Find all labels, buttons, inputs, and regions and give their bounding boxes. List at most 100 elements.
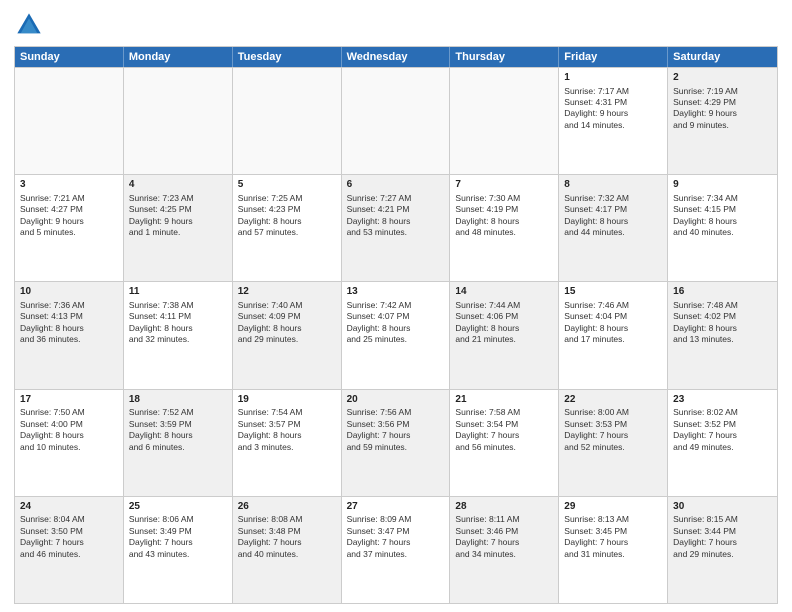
calendar-cell-3: 3Sunrise: 7:21 AMSunset: 4:27 PMDaylight… (15, 175, 124, 281)
day-number: 15 (564, 285, 662, 299)
cell-sunrise: Sunrise: 8:13 AM (564, 514, 662, 525)
calendar: SundayMondayTuesdayWednesdayThursdayFrid… (14, 46, 778, 604)
cell-sunrise: Sunrise: 7:30 AM (455, 193, 553, 204)
header-day-tuesday: Tuesday (233, 47, 342, 67)
header-day-thursday: Thursday (450, 47, 559, 67)
header (14, 10, 778, 40)
cell-daylight-minutes: and 53 minutes. (347, 227, 445, 238)
cell-sunset: Sunset: 4:11 PM (129, 311, 227, 322)
calendar-cell-empty-0-4 (450, 68, 559, 174)
calendar-cell-10: 10Sunrise: 7:36 AMSunset: 4:13 PMDayligh… (15, 282, 124, 388)
day-number: 13 (347, 285, 445, 299)
cell-sunrise: Sunrise: 8:04 AM (20, 514, 118, 525)
cell-sunset: Sunset: 4:06 PM (455, 311, 553, 322)
cell-daylight-minutes: and 29 minutes. (673, 549, 772, 560)
cell-sunset: Sunset: 4:17 PM (564, 204, 662, 215)
cell-daylight-hours: Daylight: 9 hours (564, 108, 662, 119)
cell-daylight-minutes: and 1 minute. (129, 227, 227, 238)
calendar-cell-19: 19Sunrise: 7:54 AMSunset: 3:57 PMDayligh… (233, 390, 342, 496)
cell-daylight-minutes: and 32 minutes. (129, 334, 227, 345)
cell-daylight-hours: Daylight: 8 hours (347, 323, 445, 334)
cell-sunset: Sunset: 3:54 PM (455, 419, 553, 430)
cell-daylight-hours: Daylight: 8 hours (347, 216, 445, 227)
calendar-cell-empty-0-0 (15, 68, 124, 174)
cell-sunrise: Sunrise: 7:48 AM (673, 300, 772, 311)
cell-daylight-minutes: and 36 minutes. (20, 334, 118, 345)
header-day-friday: Friday (559, 47, 668, 67)
day-number: 7 (455, 178, 553, 192)
cell-daylight-minutes: and 44 minutes. (564, 227, 662, 238)
calendar-cell-16: 16Sunrise: 7:48 AMSunset: 4:02 PMDayligh… (668, 282, 777, 388)
cell-sunset: Sunset: 4:31 PM (564, 97, 662, 108)
calendar-row-0: 1Sunrise: 7:17 AMSunset: 4:31 PMDaylight… (15, 67, 777, 174)
day-number: 21 (455, 393, 553, 407)
calendar-cell-23: 23Sunrise: 8:02 AMSunset: 3:52 PMDayligh… (668, 390, 777, 496)
cell-daylight-minutes: and 40 minutes. (238, 549, 336, 560)
calendar-cell-2: 2Sunrise: 7:19 AMSunset: 4:29 PMDaylight… (668, 68, 777, 174)
cell-daylight-hours: Daylight: 7 hours (347, 430, 445, 441)
day-number: 18 (129, 393, 227, 407)
cell-sunrise: Sunrise: 7:46 AM (564, 300, 662, 311)
cell-daylight-hours: Daylight: 7 hours (673, 430, 772, 441)
cell-sunset: Sunset: 4:19 PM (455, 204, 553, 215)
cell-daylight-hours: Daylight: 8 hours (455, 323, 553, 334)
cell-daylight-minutes: and 14 minutes. (564, 120, 662, 131)
calendar-cell-20: 20Sunrise: 7:56 AMSunset: 3:56 PMDayligh… (342, 390, 451, 496)
calendar-cell-18: 18Sunrise: 7:52 AMSunset: 3:59 PMDayligh… (124, 390, 233, 496)
day-number: 23 (673, 393, 772, 407)
cell-sunrise: Sunrise: 7:52 AM (129, 407, 227, 418)
cell-sunrise: Sunrise: 7:58 AM (455, 407, 553, 418)
cell-sunrise: Sunrise: 7:56 AM (347, 407, 445, 418)
cell-sunrise: Sunrise: 7:36 AM (20, 300, 118, 311)
cell-sunset: Sunset: 4:13 PM (20, 311, 118, 322)
calendar-cell-11: 11Sunrise: 7:38 AMSunset: 4:11 PMDayligh… (124, 282, 233, 388)
calendar-cell-4: 4Sunrise: 7:23 AMSunset: 4:25 PMDaylight… (124, 175, 233, 281)
calendar-row-3: 17Sunrise: 7:50 AMSunset: 4:00 PMDayligh… (15, 389, 777, 496)
cell-daylight-hours: Daylight: 9 hours (673, 108, 772, 119)
cell-sunset: Sunset: 4:29 PM (673, 97, 772, 108)
cell-sunset: Sunset: 3:46 PM (455, 526, 553, 537)
calendar-cell-empty-0-1 (124, 68, 233, 174)
day-number: 25 (129, 500, 227, 514)
calendar-cell-30: 30Sunrise: 8:15 AMSunset: 3:44 PMDayligh… (668, 497, 777, 603)
cell-daylight-minutes: and 31 minutes. (564, 549, 662, 560)
day-number: 16 (673, 285, 772, 299)
calendar-cell-6: 6Sunrise: 7:27 AMSunset: 4:21 PMDaylight… (342, 175, 451, 281)
cell-daylight-minutes: and 13 minutes. (673, 334, 772, 345)
day-number: 22 (564, 393, 662, 407)
calendar-cell-empty-0-2 (233, 68, 342, 174)
cell-daylight-minutes: and 43 minutes. (129, 549, 227, 560)
cell-sunset: Sunset: 4:25 PM (129, 204, 227, 215)
cell-daylight-hours: Daylight: 8 hours (129, 323, 227, 334)
cell-daylight-minutes: and 48 minutes. (455, 227, 553, 238)
cell-daylight-minutes: and 5 minutes. (20, 227, 118, 238)
cell-sunrise: Sunrise: 8:00 AM (564, 407, 662, 418)
cell-daylight-minutes: and 52 minutes. (564, 442, 662, 453)
calendar-header: SundayMondayTuesdayWednesdayThursdayFrid… (15, 47, 777, 67)
cell-daylight-minutes: and 17 minutes. (564, 334, 662, 345)
cell-sunset: Sunset: 4:21 PM (347, 204, 445, 215)
cell-sunset: Sunset: 3:59 PM (129, 419, 227, 430)
cell-daylight-minutes: and 3 minutes. (238, 442, 336, 453)
cell-daylight-hours: Daylight: 8 hours (564, 323, 662, 334)
day-number: 4 (129, 178, 227, 192)
calendar-cell-28: 28Sunrise: 8:11 AMSunset: 3:46 PMDayligh… (450, 497, 559, 603)
day-number: 12 (238, 285, 336, 299)
cell-sunset: Sunset: 4:04 PM (564, 311, 662, 322)
day-number: 14 (455, 285, 553, 299)
cell-sunrise: Sunrise: 7:38 AM (129, 300, 227, 311)
day-number: 8 (564, 178, 662, 192)
calendar-row-2: 10Sunrise: 7:36 AMSunset: 4:13 PM Dayligh… (15, 281, 777, 388)
cell-daylight-hours: Daylight: 7 hours (347, 537, 445, 548)
cell-daylight-hours: Daylight: 7 hours (564, 430, 662, 441)
day-number: 17 (20, 393, 118, 407)
cell-daylight-hours: Daylight: 8 hours (20, 430, 118, 441)
cell-daylight-hours: Daylight: 8 hours (129, 430, 227, 441)
day-number: 24 (20, 500, 118, 514)
header-day-wednesday: Wednesday (342, 47, 451, 67)
cell-sunrise: Sunrise: 7:19 AM (673, 86, 772, 97)
cell-daylight-hours: Daylight: 8 hours (564, 216, 662, 227)
calendar-cell-empty-0-3 (342, 68, 451, 174)
cell-sunset: Sunset: 3:50 PM (20, 526, 118, 537)
day-number: 10 (20, 285, 118, 299)
